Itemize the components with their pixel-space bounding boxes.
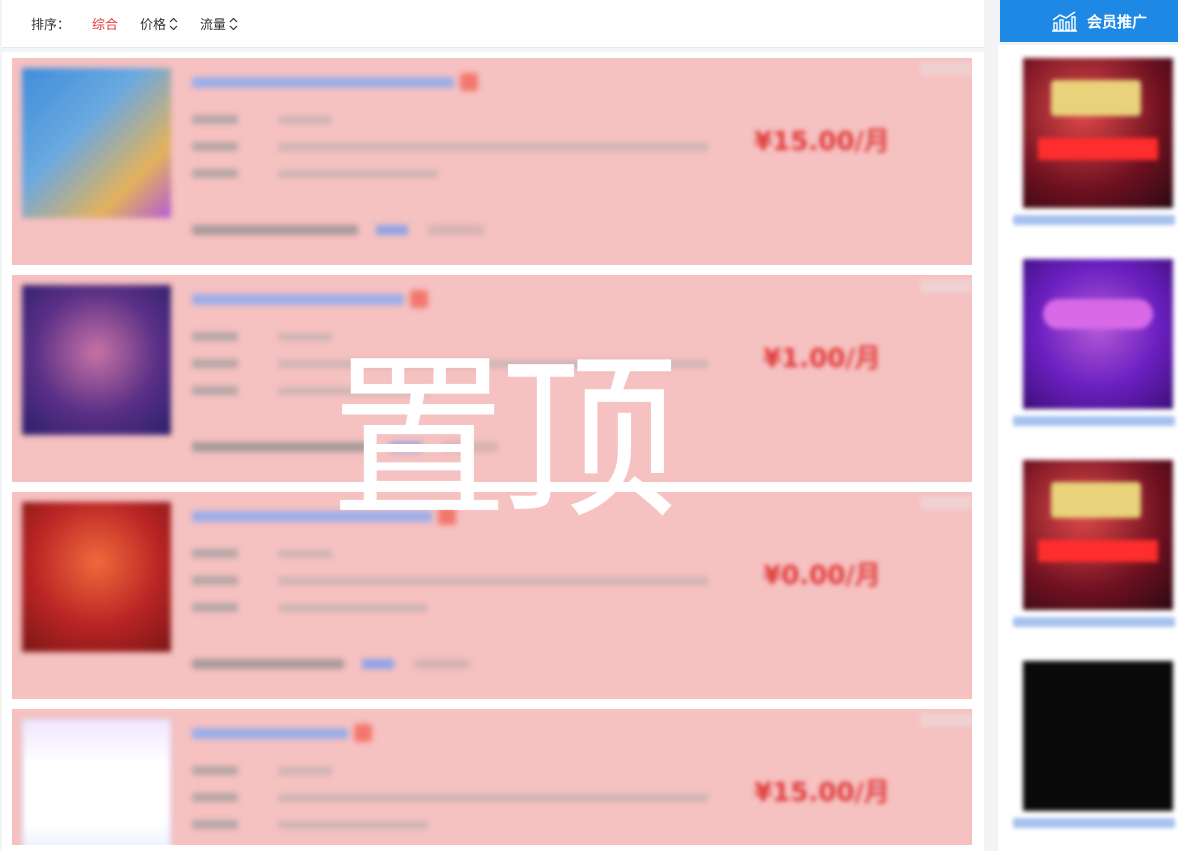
sort-option-label: 流量 bbox=[200, 18, 227, 33]
product-details bbox=[192, 757, 708, 838]
sort-option-comprehensive[interactable]: 综合 bbox=[92, 14, 118, 33]
product-listing[interactable]: ¥15.00/月 bbox=[12, 709, 972, 845]
product-title[interactable] bbox=[192, 723, 372, 743]
sidebar-ad-image[interactable] bbox=[1023, 58, 1173, 208]
pinned-overlay-label: 置顶 bbox=[330, 336, 678, 543]
member-promo-label: 会员推广 bbox=[1087, 12, 1148, 31]
product-title[interactable] bbox=[192, 72, 478, 92]
product-thumbnail[interactable] bbox=[22, 68, 171, 218]
action-button[interactable] bbox=[920, 713, 972, 727]
sidebar-ad-image[interactable] bbox=[1023, 259, 1173, 409]
sidebar-ad-link[interactable] bbox=[1013, 416, 1175, 426]
action-button[interactable] bbox=[920, 279, 972, 293]
sort-arrows-icon bbox=[169, 17, 178, 31]
sidebar-ad-image[interactable] bbox=[1023, 460, 1173, 610]
sort-option-label: 价格 bbox=[140, 18, 167, 33]
product-title[interactable] bbox=[192, 289, 428, 309]
price-label: ¥0.00/月 bbox=[763, 560, 881, 591]
price-label: ¥1.00/月 bbox=[763, 343, 881, 374]
promo-sidebar bbox=[998, 45, 1178, 851]
product-thumbnail[interactable] bbox=[22, 502, 171, 652]
sort-option-price[interactable]: 价格 bbox=[140, 14, 178, 33]
price-label: ¥15.00/月 bbox=[754, 777, 890, 808]
sort-bar: 排序： 综合 价格 流量 bbox=[2, 0, 984, 48]
sidebar-ad-link[interactable] bbox=[1013, 215, 1175, 225]
product-thumbnail[interactable] bbox=[22, 719, 171, 845]
bar-chart-icon bbox=[1050, 10, 1078, 32]
seller-info[interactable] bbox=[192, 225, 484, 235]
sort-label: 排序： bbox=[31, 18, 71, 33]
sidebar-ad-image[interactable] bbox=[1023, 661, 1173, 811]
sort-option-label: 综合 bbox=[92, 18, 119, 33]
seller-info[interactable] bbox=[192, 659, 470, 669]
sidebar-ad-link[interactable] bbox=[1013, 617, 1175, 627]
product-details bbox=[192, 106, 708, 187]
product-details bbox=[192, 540, 708, 621]
member-promo-button[interactable]: 会员推广 bbox=[1000, 0, 1178, 42]
action-button[interactable] bbox=[920, 496, 972, 510]
sort-option-traffic[interactable]: 流量 bbox=[200, 14, 238, 33]
product-listing[interactable]: ¥15.00/月 bbox=[12, 58, 972, 265]
price-label: ¥15.00/月 bbox=[754, 126, 890, 157]
sort-arrows-icon bbox=[229, 17, 238, 31]
sidebar-ad-link[interactable] bbox=[1013, 818, 1175, 828]
product-thumbnail[interactable] bbox=[22, 285, 171, 435]
action-button[interactable] bbox=[920, 62, 972, 76]
